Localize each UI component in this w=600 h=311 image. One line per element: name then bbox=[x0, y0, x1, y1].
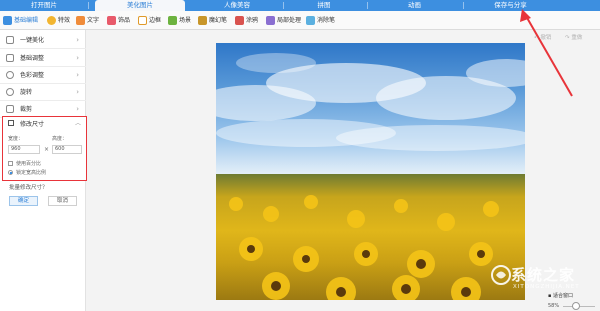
cancel-button[interactable]: 取消 bbox=[48, 196, 77, 206]
fit-window-toggle[interactable]: ▪ 适合窗口 bbox=[548, 292, 573, 299]
local-edit-icon bbox=[266, 16, 275, 25]
tool-eraser[interactable]: 消除笔 bbox=[306, 15, 335, 26]
zoom-value: 58% bbox=[548, 303, 560, 309]
resize-panel: 修改尺寸 ︿ 宽度： 高度： 960 × 600 使用百分比 锁定宽高比例 bbox=[2, 116, 87, 181]
tab-animation[interactable]: 动画 bbox=[367, 0, 462, 11]
height-input[interactable]: 600 bbox=[52, 145, 82, 154]
times-symbol: × bbox=[44, 146, 50, 153]
watermark-logo-icon bbox=[491, 265, 511, 285]
tab-open-image[interactable]: 打开图片 bbox=[0, 0, 88, 11]
accessory-icon bbox=[107, 16, 116, 25]
chevron-right-icon: › bbox=[76, 71, 79, 79]
chevron-up-icon[interactable]: ︿ bbox=[75, 118, 81, 127]
crop-icon bbox=[6, 105, 14, 113]
zoom-slider-handle[interactable] bbox=[572, 302, 580, 310]
edit-toolbar: 基础编辑 特效 文字 饰品 边框 场景 魔幻笔 涂鸦 局部处理 消除笔 bbox=[0, 11, 600, 30]
tab-beautify[interactable]: 美化图片 bbox=[95, 0, 185, 11]
scene-icon bbox=[168, 16, 177, 25]
frame-icon bbox=[138, 16, 147, 25]
percent-label: 使用百分比 bbox=[16, 161, 42, 167]
tab-save-share[interactable]: 保存与分享 bbox=[463, 0, 558, 11]
resize-title[interactable]: 修改尺寸 bbox=[20, 119, 44, 128]
tab-divider bbox=[88, 2, 89, 9]
sidebar-item-rotate[interactable]: 旋转 › bbox=[0, 84, 86, 101]
tab-collage[interactable]: 拼图 bbox=[283, 0, 365, 11]
magic-wand-icon bbox=[6, 36, 14, 44]
tab-portrait[interactable]: 人像美容 bbox=[192, 0, 282, 11]
width-input[interactable]: 960 bbox=[8, 145, 40, 154]
lock-ratio-label: 锁定宽高比例 bbox=[16, 170, 47, 176]
photo-clouds bbox=[216, 53, 525, 151]
text-icon bbox=[76, 16, 85, 25]
rotate-icon bbox=[6, 88, 14, 96]
percent-checkbox[interactable] bbox=[8, 161, 13, 166]
photo-canvas[interactable] bbox=[216, 43, 525, 300]
chevron-right-icon: › bbox=[76, 54, 79, 62]
tool-local-edit[interactable]: 局部处理 bbox=[266, 15, 301, 26]
tool-magic-pen[interactable]: 魔幻笔 bbox=[198, 15, 227, 26]
tool-accessory[interactable]: 饰品 bbox=[107, 15, 130, 26]
sidebar-item-one-click-beautify[interactable]: 一键美化 › bbox=[0, 32, 86, 49]
chevron-right-icon: › bbox=[76, 105, 79, 113]
confirm-button[interactable]: 确定 bbox=[9, 196, 38, 206]
top-tab-bar: 打开图片 美化图片 人像美容 拼图 动画 保存与分享 bbox=[0, 0, 600, 11]
tool-scene[interactable]: 场景 bbox=[168, 15, 191, 26]
tool-text[interactable]: 文字 bbox=[76, 15, 99, 26]
chevron-right-icon: › bbox=[76, 88, 79, 96]
adjust-icon bbox=[6, 54, 14, 62]
watermark-subtext: XITONGZHIJIA.NET bbox=[513, 284, 580, 290]
height-label: 高度： bbox=[52, 136, 68, 142]
batch-resize-link[interactable]: 批量修改尺寸？ bbox=[9, 183, 48, 191]
tool-frame[interactable]: 边框 bbox=[138, 15, 161, 26]
redo-button[interactable]: ↷ 重做 bbox=[565, 34, 582, 42]
resize-icon bbox=[8, 120, 14, 126]
width-label: 宽度： bbox=[8, 136, 24, 142]
color-palette-icon bbox=[6, 71, 14, 79]
eraser-icon bbox=[306, 16, 315, 25]
sunflower-pattern bbox=[229, 195, 499, 300]
sidebar-item-color-adjust[interactable]: 色彩调整 › bbox=[0, 67, 86, 84]
sidebar-item-basic-adjust[interactable]: 基础调整 › bbox=[0, 50, 86, 67]
edit-icon bbox=[3, 16, 12, 25]
photo-sky bbox=[216, 43, 525, 174]
doodle-icon bbox=[235, 16, 244, 25]
photo-sunflower-field bbox=[216, 174, 525, 300]
chevron-right-icon: › bbox=[76, 36, 79, 44]
lock-ratio-checkbox[interactable] bbox=[8, 170, 13, 175]
magic-pen-icon bbox=[198, 16, 207, 25]
tool-doodle[interactable]: 涂鸦 bbox=[235, 15, 258, 26]
watermark-text: 系统之家 bbox=[511, 266, 576, 284]
tool-effects[interactable]: 特效 bbox=[47, 15, 70, 26]
watermark: 系统之家 XITONGZHIJIA.NET bbox=[488, 260, 600, 298]
undo-button[interactable]: ↶ 撤销 bbox=[534, 34, 551, 42]
tool-basic-edit[interactable]: 基础编辑 bbox=[3, 15, 38, 26]
effects-icon bbox=[47, 16, 56, 25]
